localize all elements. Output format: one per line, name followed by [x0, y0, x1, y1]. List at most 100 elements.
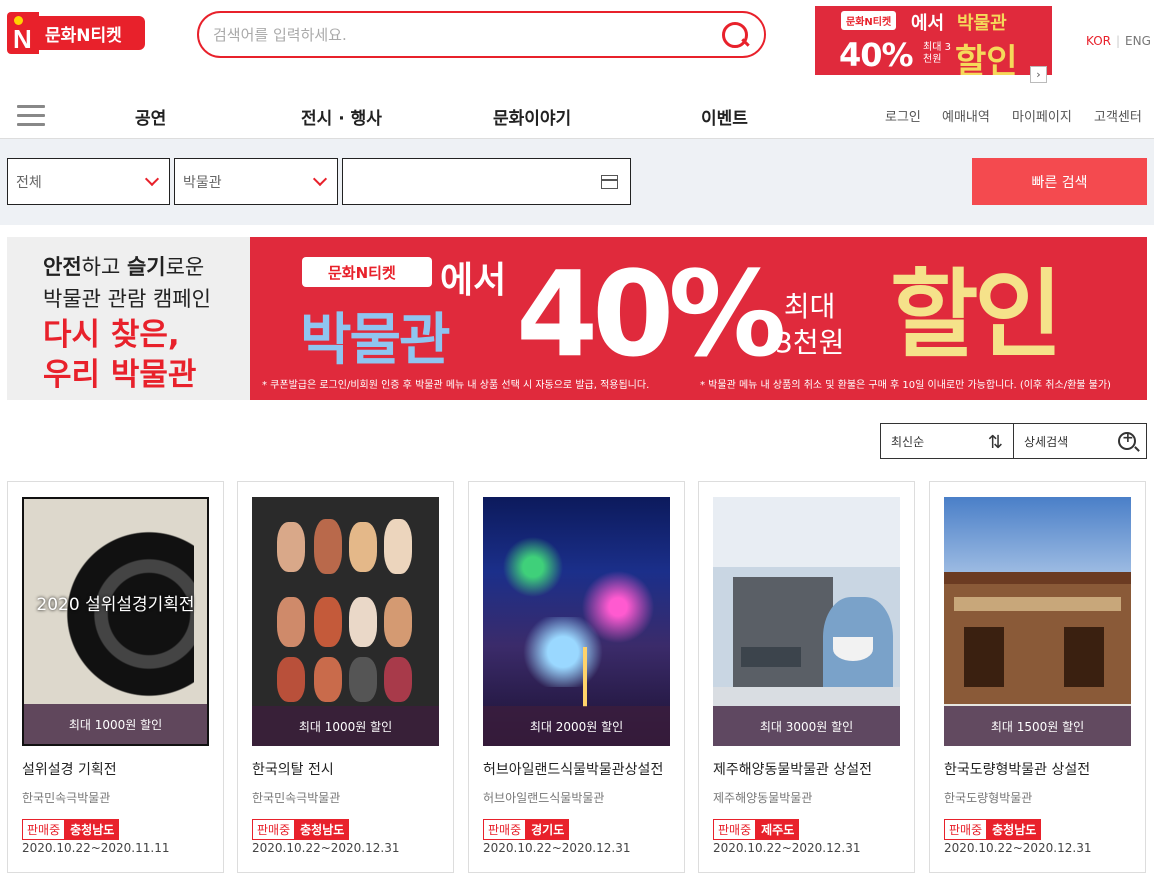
booking-history-link[interactable]: 예매내역	[942, 106, 990, 125]
banner-logo: 문화N티켓	[302, 257, 432, 287]
sort-select[interactable]: 최신순 ⇅	[880, 423, 1014, 459]
nav-item-culture-story[interactable]: 문화이야기	[493, 104, 571, 129]
product-badges: 판매중 제주도	[713, 819, 800, 840]
product-venue: 제주해양동물박물관	[713, 791, 813, 805]
campaign-panel: 안전하고 슬기로운 박물관 관람 캠페인 다시 찾은, 우리 박물관	[7, 237, 250, 400]
lang-kor-link[interactable]: KOR	[1086, 34, 1111, 48]
discount-label: 최대 1000원 할인	[24, 704, 207, 744]
status-badge: 판매중	[252, 819, 296, 840]
nav-item-performance[interactable]: 공연	[135, 104, 166, 129]
nav-item-event[interactable]: 이벤트	[701, 104, 748, 129]
banner-sale: 할인	[890, 259, 1063, 371]
product-badges: 판매중 충청남도	[22, 819, 120, 840]
product-badges: 판매중 경기도	[483, 819, 570, 840]
top-ad-percent: 40%	[839, 36, 914, 74]
zoom-in-icon	[1118, 430, 1136, 450]
product-card[interactable]: 최대 1500원 할인 한국도량형박물관 상설전 한국도량형박물관 판매중 충청…	[929, 481, 1146, 873]
banner-max: 최대 3천원	[775, 290, 845, 359]
region-badge: 충청남도	[65, 819, 120, 840]
type-select-value: 박물관	[183, 174, 222, 191]
login-link[interactable]: 로그인	[885, 106, 921, 125]
category-select-value: 전체	[16, 174, 42, 191]
banner-from: 에서	[440, 260, 507, 301]
product-card[interactable]: 최대 1000원 할인 한국의탈 전시 한국민속극박물관 판매중 충청남도 20…	[237, 481, 454, 873]
lang-eng-link[interactable]: ENG	[1125, 34, 1151, 48]
chevron-down-icon	[144, 171, 160, 187]
header: 문화N티켓 문화N티켓 에서 박물관 40% 최대 3천원 할인 › KOR |…	[0, 0, 1154, 92]
top-ad-sale: 할인	[955, 42, 1018, 75]
filter-bar: 전체 박물관 빠른 검색	[0, 139, 1154, 225]
product-title: 한국의탈 전시	[252, 762, 334, 778]
region-badge: 충청남도	[987, 819, 1042, 840]
product-venue: 한국민속극박물관	[22, 791, 111, 805]
product-thumbnail: 최대 3000원 할인	[713, 497, 900, 746]
site-logo[interactable]: 문화N티켓	[7, 12, 145, 55]
product-badges: 판매중 충청남도	[944, 819, 1042, 840]
region-badge: 경기도	[526, 819, 570, 840]
quick-search-button[interactable]: 빠른 검색	[972, 158, 1147, 205]
region-badge: 충청남도	[295, 819, 350, 840]
campaign-line-1: 안전하고 슬기로운	[43, 255, 205, 279]
detail-search-label: 상세검색	[1024, 434, 1069, 449]
product-dates: 2020.10.22~2020.12.31	[483, 841, 631, 855]
logo-text: 문화N티켓	[39, 16, 145, 50]
lang-separator: |	[1116, 34, 1121, 48]
sort-arrows-icon: ⇅	[987, 432, 1003, 453]
search-icon[interactable]	[720, 20, 750, 50]
sort-select-value: 최신순	[891, 434, 925, 449]
main-nav: 공연 전시 · 행사 문화이야기 이벤트 로그인 예매내역 마이페이지 고객센터	[0, 92, 1154, 139]
date-picker[interactable]	[342, 158, 631, 205]
search-bar	[197, 11, 766, 58]
product-title: 설위설경 기획전	[22, 762, 117, 778]
product-title: 허브아일랜드식물박물관상설전	[483, 762, 664, 778]
search-input[interactable]	[213, 25, 720, 44]
discount-panel: 문화N티켓 에서 박물관 40% 최대 3천원 할인 * 쿠폰발급은 로그인/비회…	[250, 237, 1147, 400]
product-thumbnail: 최대 1500원 할인	[944, 497, 1131, 746]
detail-search-button[interactable]: 상세검색	[1014, 423, 1147, 459]
ad-next-button[interactable]: ›	[1030, 66, 1047, 83]
top-ad-max: 최대 3천원	[923, 42, 951, 65]
banner-percent: 40%	[516, 245, 786, 383]
thumbnail-caption: 2020 설위설경기획전	[36, 595, 195, 615]
product-card[interactable]: 최대 3000원 할인 제주해양동물박물관 상설전 제주해양동물박물관 판매중 …	[698, 481, 915, 873]
product-card[interactable]: 최대 2000원 할인 허브아일랜드식물박물관상설전 허브아일랜드식물박물관 판…	[468, 481, 685, 873]
top-ad-from: 에서	[911, 13, 945, 34]
product-venue: 한국민속극박물관	[252, 791, 341, 805]
product-card[interactable]: 2020 설위설경기획전 최대 1000원 할인 설위설경 기획전 한국민속극박…	[7, 481, 224, 873]
status-badge: 판매중	[22, 819, 66, 840]
discount-label: 최대 3000원 할인	[713, 706, 900, 746]
type-select[interactable]: 박물관	[174, 158, 338, 205]
status-badge: 판매중	[944, 819, 988, 840]
top-ad-logo: 문화N티켓	[841, 11, 897, 30]
sort-controls: 최신순 ⇅ 상세검색	[880, 423, 1147, 459]
banner-note-1: * 쿠폰발급은 로그인/비회원 인증 후 박물관 메뉴 내 상품 선택 시 자동…	[262, 380, 650, 391]
product-dates: 2020.10.22~2020.12.31	[944, 841, 1092, 855]
calendar-icon	[601, 175, 618, 189]
product-dates: 2020.10.22~2020.12.31	[713, 841, 861, 855]
menu-icon[interactable]	[17, 105, 45, 127]
product-venue: 한국도량형박물관	[944, 791, 1033, 805]
category-select[interactable]: 전체	[7, 158, 170, 205]
top-ad-banner[interactable]: 문화N티켓 에서 박물관 40% 최대 3천원 할인	[815, 6, 1052, 75]
chevron-down-icon	[312, 171, 328, 187]
nav-item-exhibition[interactable]: 전시 · 행사	[301, 104, 382, 129]
product-thumbnail: 최대 2000원 할인	[483, 497, 670, 746]
product-title: 제주해양동물박물관 상설전	[713, 762, 873, 778]
product-title: 한국도량형박물관 상설전	[944, 762, 1091, 778]
logo-mark-icon	[7, 12, 39, 55]
product-thumbnail: 2020 설위설경기획전 최대 1000원 할인	[22, 497, 209, 746]
discount-label: 최대 1000원 할인	[252, 706, 439, 746]
status-badge: 판매중	[483, 819, 527, 840]
status-badge: 판매중	[713, 819, 757, 840]
language-switcher: KOR | ENG	[1086, 34, 1151, 48]
customer-center-link[interactable]: 고객센터	[1094, 106, 1142, 125]
mypage-link[interactable]: 마이페이지	[1012, 106, 1072, 125]
product-thumbnail: 최대 1000원 할인	[252, 497, 439, 746]
campaign-line-3: 다시 찾은,	[43, 317, 180, 353]
promo-banner[interactable]: 안전하고 슬기로운 박물관 관람 캠페인 다시 찾은, 우리 박물관 문화N티켓…	[7, 237, 1147, 400]
discount-label: 최대 1500원 할인	[944, 706, 1131, 746]
campaign-line-2: 박물관 관람 캠페인	[43, 287, 211, 311]
product-dates: 2020.10.22~2020.12.31	[252, 841, 400, 855]
product-badges: 판매중 충청남도	[252, 819, 350, 840]
region-badge: 제주도	[756, 819, 800, 840]
